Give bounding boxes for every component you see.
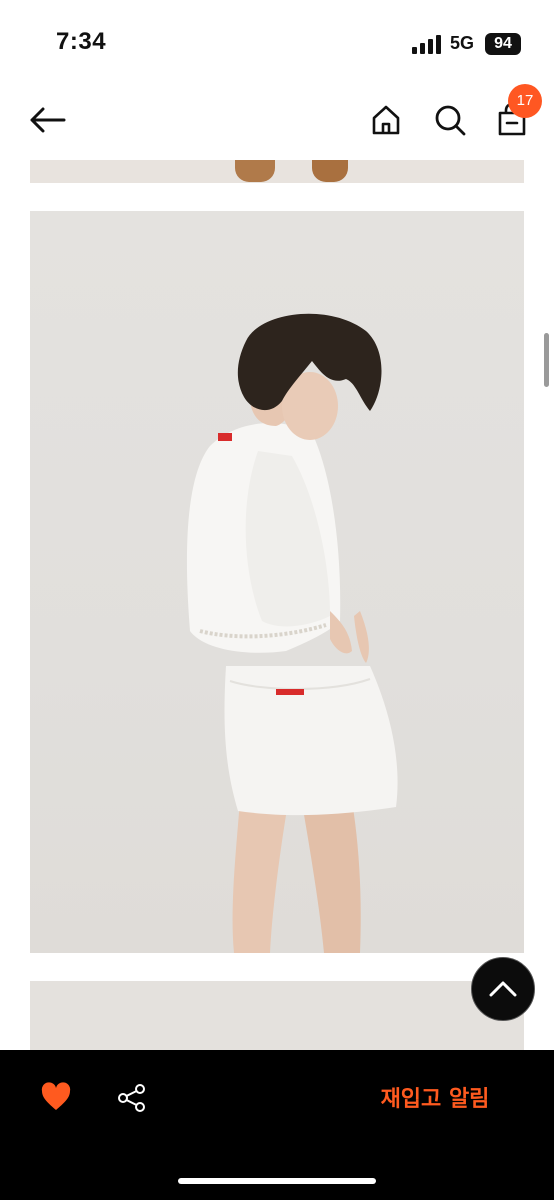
scrollbar[interactable]: [544, 333, 549, 387]
like-button[interactable]: [40, 1082, 74, 1116]
home-icon: [372, 105, 400, 135]
restock-alert-button[interactable]: 재입고 알림: [350, 1080, 520, 1120]
share-button[interactable]: [116, 1082, 150, 1116]
home-indicator: [178, 1178, 376, 1184]
signal-icon: [412, 34, 442, 54]
search-icon: [435, 105, 466, 136]
back-button[interactable]: [26, 102, 68, 138]
battery-indicator: 94: [485, 33, 521, 55]
model-illustration: [186, 313, 398, 953]
cart-count-badge: 17: [508, 84, 542, 118]
share-icon: [118, 1084, 145, 1112]
product-gallery: [0, 160, 554, 1050]
home-button[interactable]: [366, 100, 406, 140]
scroll-to-top-button[interactable]: [471, 957, 535, 1021]
status-bar: 7:34 5G 94: [0, 0, 554, 80]
product-image-model: [30, 211, 524, 953]
product-image-next: [30, 981, 524, 1050]
bottom-action-bar: 재입고 알림: [0, 1050, 554, 1200]
heart-icon: [41, 1082, 71, 1110]
search-button[interactable]: [430, 100, 470, 140]
app-header: [0, 80, 554, 160]
arrow-left-icon: [30, 107, 66, 133]
status-time: 7:34: [56, 28, 107, 55]
network-type: 5G: [450, 33, 475, 53]
chevron-up-icon: [489, 981, 517, 997]
product-image-shoes: [30, 160, 524, 183]
